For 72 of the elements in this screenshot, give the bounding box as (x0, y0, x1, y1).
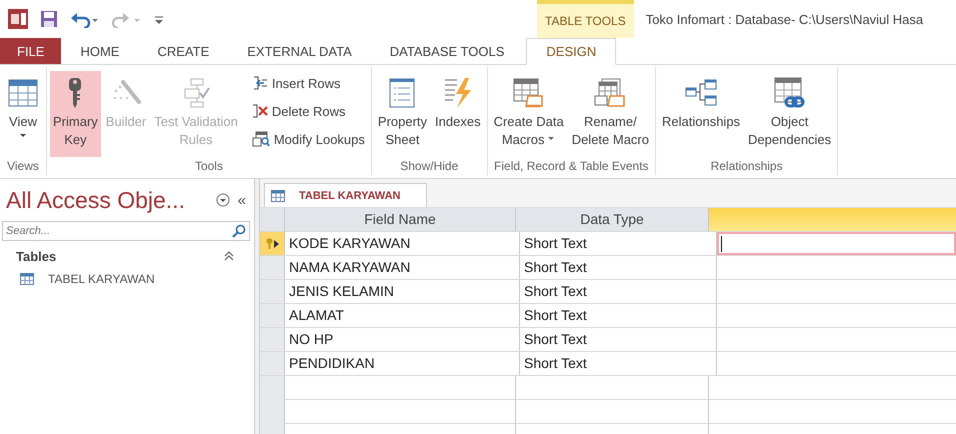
ribbon-button[interactable]: Rename/ Delete Macro (568, 71, 652, 157)
save-icon[interactable] (40, 10, 58, 28)
ribbon-button[interactable]: Primary Key (50, 71, 101, 157)
delete-rows-icon (252, 103, 268, 119)
property-sheet-icon (389, 78, 416, 108)
table-cell[interactable]: JENIS KELAMIN (285, 280, 520, 303)
table-cell[interactable]: Short Text (520, 352, 717, 375)
table-icon (20, 273, 34, 285)
search-field[interactable]: Search... (2, 221, 250, 241)
empty-grid-rows[interactable] (260, 376, 956, 434)
table-cell[interactable]: KODE KARYAWAN (285, 232, 520, 255)
relationships-icon (685, 79, 718, 107)
ribbon-tab[interactable]: DESIGN (526, 38, 616, 65)
key-icon (266, 238, 272, 250)
table-cell[interactable]: Short Text (520, 328, 717, 351)
table-cell[interactable]: Short Text (520, 256, 717, 279)
input-field[interactable] (717, 232, 956, 255)
dropdown-icon[interactable] (216, 193, 230, 207)
ribbon-button[interactable]: Create Data Macros (490, 71, 567, 157)
app-logo-icon[interactable] (8, 9, 28, 29)
column-header[interactable]: Data Type (516, 208, 709, 231)
redo-icon (112, 10, 142, 28)
ribbon-tab[interactable]: DATABASE TOOLS (370, 38, 524, 64)
stacked-tables-icon (594, 78, 626, 108)
group-label: Field, Record & Table Events (493, 158, 650, 175)
search-icon[interactable] (232, 224, 246, 238)
table-scroll-icon (512, 78, 545, 108)
collapse-chevron-icon[interactable] (224, 251, 234, 261)
row-selector[interactable] (260, 232, 285, 255)
ribbon-tab[interactable]: CREATE (138, 38, 228, 64)
ribbon-button[interactable]: View (3, 71, 43, 157)
ribbon-button[interactable]: Indexes (432, 71, 484, 157)
current-row-arrow-icon (274, 240, 278, 248)
table-icon (271, 190, 285, 202)
table-cell[interactable]: NO HP (285, 328, 520, 351)
ribbon-tab[interactable]: EXTERNAL DATA (228, 38, 371, 64)
ribbon-tab[interactable]: HOME (61, 38, 138, 64)
column-header[interactable]: Field Name (285, 208, 516, 231)
table-cell[interactable]: ALAMAT (285, 304, 520, 327)
ribbon-button[interactable]: Delete Rows (248, 99, 368, 123)
group-label: Tools (194, 158, 224, 175)
group-header[interactable]: Tables (16, 248, 56, 264)
table-cell[interactable]: Short Text (520, 304, 717, 327)
table-cell[interactable]: NAMA KARYAWAN (285, 256, 520, 279)
ribbon-button[interactable]: Property Sheet (374, 71, 430, 157)
ribbon-button[interactable]: Insert Rows (248, 71, 368, 95)
lookup-table-icon (252, 131, 270, 147)
collapse-pane-button[interactable]: « (236, 192, 248, 208)
ribbon-button[interactable]: Object Dependencies (745, 71, 834, 157)
caret-icon (19, 133, 27, 139)
table-link-icon (774, 77, 806, 109)
table-cell[interactable]: PENDIDIKAN (285, 352, 520, 375)
table-icon (8, 79, 38, 107)
key-icon (67, 77, 84, 109)
contextual-tab-header: TABLE TOOLS (537, 0, 634, 38)
group-label: Relationships (710, 158, 784, 175)
group-label: Show/Hide (399, 158, 460, 175)
undo-icon[interactable] (70, 10, 100, 28)
ribbon-button[interactable]: Relationships (659, 71, 744, 157)
window-title: Toko Infomart : Database- C:\Users\Naviul Hasa (644, 10, 924, 28)
ribbon-button[interactable]: Modify Lookups (248, 127, 368, 151)
caret-icon (547, 136, 556, 142)
insert-rows-icon (252, 75, 268, 91)
nav-item[interactable]: TABEL KARYAWAN (0, 267, 254, 289)
table-cell[interactable]: Short Text (520, 232, 717, 255)
document-tab[interactable]: TABEL KARYAWAN (264, 183, 428, 207)
lightning-list-icon (442, 77, 473, 109)
table-cell[interactable]: Short Text (520, 280, 717, 303)
group-label: Views (6, 158, 40, 175)
pane-title: All Access Obje... (6, 186, 186, 214)
ribbon-tab[interactable]: FILE (0, 38, 62, 64)
column-header[interactable] (709, 208, 956, 231)
